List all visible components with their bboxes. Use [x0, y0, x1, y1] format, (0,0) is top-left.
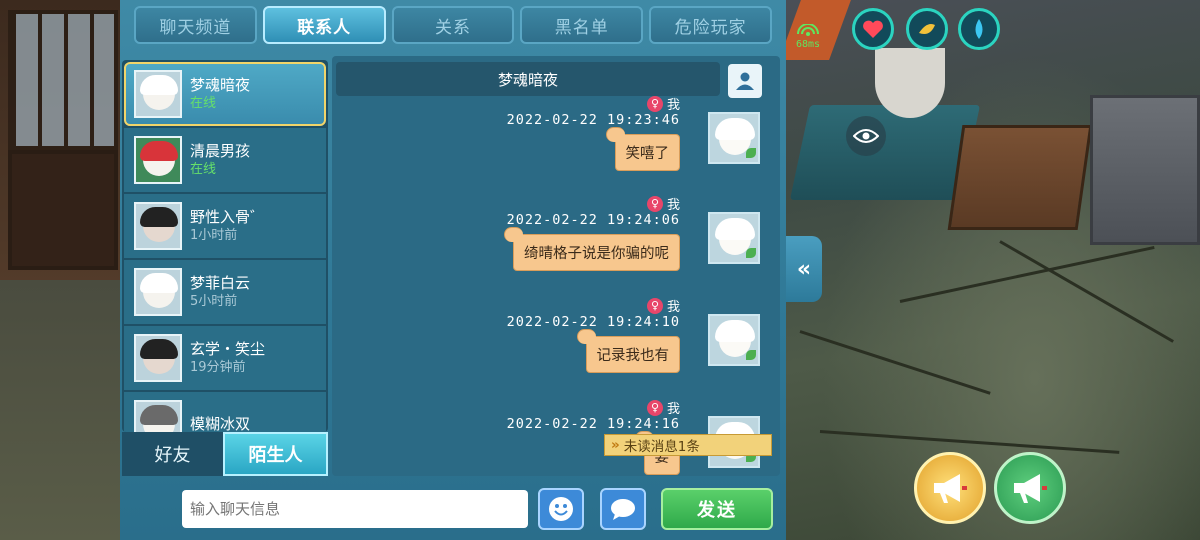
- profile-button[interactable]: [728, 64, 762, 98]
- chat-panel: 聊天频道 联系人 关系 黑名单 危险玩家 梦魂暗夜 在线 清晨男孩 在线 野性入…: [120, 0, 786, 540]
- tab-friends[interactable]: 好友: [122, 432, 223, 476]
- quick-message-button[interactable]: [600, 488, 646, 530]
- female-icon: ♀: [646, 399, 663, 416]
- avatar[interactable]: [708, 112, 760, 164]
- avatar[interactable]: [708, 314, 760, 366]
- female-icon: ♀: [646, 297, 663, 314]
- chat-input[interactable]: [182, 490, 528, 528]
- avatar: [134, 202, 182, 250]
- contact-item[interactable]: 梦魂暗夜 在线: [124, 62, 326, 126]
- avatar: [134, 136, 182, 184]
- female-icon: ♀: [646, 95, 663, 112]
- message-time: 2022-02-22 19:24:06: [506, 212, 680, 228]
- avatar: [134, 70, 182, 118]
- chat-area[interactable]: 梦魂暗夜 ♀ 我 2022-02-22 19:23:46 笑嘻了 ♀ 我 2022-…: [332, 56, 780, 476]
- unread-text: 未读消息1条: [623, 439, 700, 455]
- ping-indicator: 68ms: [796, 23, 821, 50]
- health-stat: [852, 8, 894, 50]
- floor-tiles: [0, 280, 130, 540]
- user-icon: [736, 72, 754, 90]
- list-tab-bar: 好友 陌生人: [122, 432, 328, 476]
- contact-status: 19分钟前: [190, 360, 246, 375]
- contact-name: 梦菲白云: [190, 274, 251, 292]
- message-item: ♀ 我 2022-02-22 19:23:46 笑嘻了: [336, 94, 776, 194]
- contact-name: 野性入骨゛: [190, 208, 266, 226]
- smiley-icon: [549, 497, 573, 521]
- message-sender: ♀ 我: [646, 296, 680, 315]
- emoji-button[interactable]: [538, 488, 584, 530]
- wooden-crate: [947, 125, 1093, 230]
- contact-status: 在线: [190, 96, 217, 111]
- message-time: 2022-02-22 19:23:46: [506, 112, 680, 128]
- message-sender: ♀ 我: [646, 398, 680, 417]
- message-sender: ♀ 我: [646, 94, 680, 113]
- contact-name: 清晨男孩: [190, 142, 251, 160]
- avatar: [134, 268, 182, 316]
- contact-list: 梦魂暗夜 在线 清晨男孩 在线 野性入骨゛ 1小时前 梦菲白云 5小时前 玄学・…: [122, 60, 328, 432]
- sender-name: 我: [666, 402, 680, 417]
- voice-broadcast-button[interactable]: [994, 452, 1066, 524]
- message-time: 2022-02-22 19:24:16: [506, 416, 680, 432]
- message-sender: ♀ 我: [646, 194, 680, 213]
- megaphone-icon: [934, 474, 967, 503]
- contact-status: 在线: [190, 162, 217, 177]
- female-icon: ♀: [646, 195, 663, 212]
- house-door: [8, 150, 118, 270]
- house-window: [8, 10, 118, 150]
- message-bubble: 笑嘻了: [605, 127, 680, 171]
- tab-dangerous-players[interactable]: 危险玩家: [649, 6, 772, 44]
- hunger-stat: [906, 8, 948, 50]
- contact-name: 玄学・笑尘: [190, 340, 266, 358]
- contact-name: 模糊冰双: [190, 415, 251, 432]
- eye-icon: [853, 129, 879, 143]
- courtyard: [786, 0, 1200, 540]
- sender-name: 我: [666, 198, 680, 213]
- heart-icon: [852, 8, 894, 50]
- stone-block: [1090, 95, 1200, 245]
- contact-item[interactable]: 玄学・笑尘 19分钟前: [124, 326, 326, 390]
- message-bubble: 记录我也有: [576, 329, 680, 373]
- message-bubble: 绮晴格子说是你骗的呢: [504, 227, 680, 271]
- message-item: ♀ 我 2022-02-22 19:24:10 记录我也有: [336, 296, 776, 396]
- stone-basin: [875, 48, 945, 118]
- tab-chat-channel[interactable]: 聊天频道: [134, 6, 257, 44]
- contact-item[interactable]: 梦菲白云 5小时前: [124, 260, 326, 324]
- contact-name: 梦魂暗夜: [190, 76, 251, 94]
- contact-item[interactable]: 模糊冰双: [124, 392, 326, 432]
- food-icon: [906, 8, 948, 50]
- signal-icon: [797, 23, 819, 36]
- water-drop-icon: [958, 8, 1000, 50]
- tab-strangers[interactable]: 陌生人: [223, 432, 328, 476]
- avatar: [134, 334, 182, 382]
- ping-text: 68ms: [796, 39, 821, 50]
- double-chevron-down-icon: »: [611, 437, 620, 453]
- contact-item[interactable]: 野性入骨゛ 1小时前: [124, 194, 326, 258]
- water-stat: [958, 8, 1000, 50]
- message-item: ♀ 我 2022-02-22 19:24:06 绮晴格子说是你骗的呢: [336, 194, 776, 294]
- sender-name: 我: [666, 300, 680, 315]
- water-pool: [789, 105, 981, 200]
- chat-title: 梦魂暗夜: [336, 62, 720, 96]
- tab-relations[interactable]: 关系: [391, 6, 515, 44]
- send-button[interactable]: 发送: [661, 488, 773, 530]
- contact-item[interactable]: 清晨男孩 在线: [124, 128, 326, 192]
- tab-bar: 聊天频道 联系人 关系 黑名单 危险玩家: [120, 0, 786, 48]
- tab-blacklist[interactable]: 黑名单: [520, 6, 644, 44]
- chat-bubble-icon: [611, 499, 635, 520]
- loudspeaker-button[interactable]: [914, 452, 986, 524]
- contact-status: 5小时前: [190, 294, 238, 309]
- unread-notice[interactable]: » 未读消息1条: [604, 434, 772, 456]
- input-bar: 发送: [120, 478, 786, 540]
- view-toggle-button[interactable]: [846, 116, 886, 156]
- tab-contacts[interactable]: 联系人: [262, 6, 386, 44]
- contact-status: 1小时前: [190, 228, 238, 243]
- avatar: [134, 400, 182, 432]
- sender-name: 我: [666, 98, 680, 113]
- collapse-panel-button[interactable]: «: [786, 236, 822, 302]
- avatar[interactable]: [708, 212, 760, 264]
- message-time: 2022-02-22 19:24:10: [506, 314, 680, 330]
- megaphone-icon: [1014, 474, 1047, 503]
